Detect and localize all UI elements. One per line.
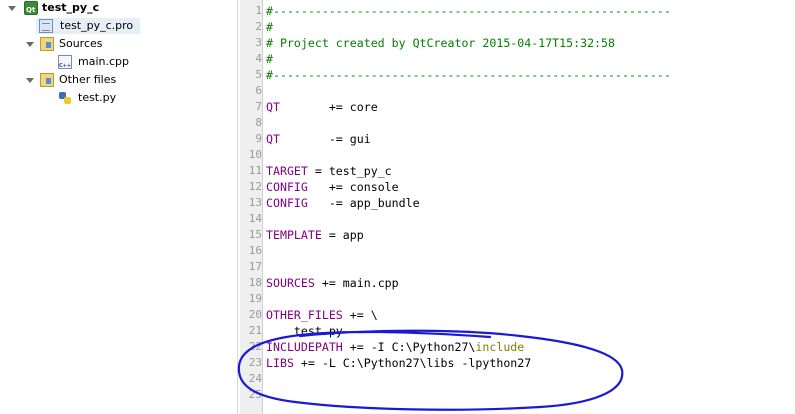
line-number: 18 <box>248 276 262 289</box>
code-line: TEMPLATE = app <box>266 227 364 243</box>
line-number: 7 <box>255 100 262 113</box>
line-number: 9 <box>255 132 262 145</box>
line-number: 25 <box>248 388 262 401</box>
code-line: LIBS += -L C:\Python27\libs -lpython27 <box>266 355 531 371</box>
line-number: 19 <box>248 292 262 305</box>
line-number: 5 <box>255 68 262 81</box>
line-number: 13 <box>248 196 262 209</box>
code-text: += core <box>279 100 378 114</box>
code-line: test.py <box>266 323 343 339</box>
line-number: 24 <box>248 372 262 385</box>
code-line: CONFIG -= app_bundle <box>266 195 420 211</box>
expand-arrow-icon[interactable] <box>26 78 34 83</box>
code-line: # <box>266 19 273 35</box>
code-line: TARGET = test_py_c <box>266 163 392 179</box>
line-number: 2 <box>255 20 262 33</box>
code-keyword: QT <box>266 132 280 146</box>
line-number: 11 <box>248 164 262 177</box>
code-comment: #---------------------------------------… <box>266 68 671 82</box>
line-number: 10 <box>248 148 262 161</box>
line-number: 23 <box>248 356 262 369</box>
line-number: 6 <box>255 84 262 97</box>
project-tree: test_py_c test_py_c.pro Sources main.cpp… <box>0 0 238 414</box>
code-line: CONFIG += console <box>266 179 399 195</box>
code-text: test.py <box>266 324 343 338</box>
test-py-label: test.py <box>78 91 117 104</box>
code-text: = app <box>321 228 364 242</box>
other-files-label: Other files <box>59 73 117 86</box>
code-keyword: SOURCES <box>266 276 315 290</box>
code-comment: #---------------------------------------… <box>266 4 671 18</box>
code-comment: # Project created by QtCreator 2015-04-1… <box>266 36 616 50</box>
folder-icon <box>40 37 54 51</box>
line-number: 4 <box>255 52 262 65</box>
qt-project-icon <box>24 1 38 18</box>
code-editor[interactable]: #---------------------------------------… <box>263 0 795 414</box>
tree-item-main-cpp[interactable]: main.cpp <box>0 54 237 74</box>
tree-item-pro-file[interactable]: test_py_c.pro <box>36 18 140 34</box>
expand-arrow-icon[interactable] <box>26 42 34 47</box>
code-keyword: QT <box>266 100 280 114</box>
tree-item-other-files[interactable]: Other files <box>0 72 237 88</box>
line-number: 20 <box>248 308 262 321</box>
folder-icon <box>40 73 54 87</box>
line-number: 12 <box>248 180 262 193</box>
code-keyword: CONFIG <box>266 196 308 210</box>
code-line: #---------------------------------------… <box>266 67 671 83</box>
code-line: QT += core <box>266 99 378 115</box>
code-text: += console <box>307 180 399 194</box>
tree-item-sources[interactable]: Sources <box>0 36 237 52</box>
code-keyword: LIBS <box>266 356 294 370</box>
line-number-gutter: 1 2 3 4 5 6 7 8 9 10 11 12 13 14 15 16 17 18 19 20 21 22 23 24 2… <box>240 0 263 414</box>
code-keyword: OTHER_FILES <box>266 308 343 322</box>
line-number: 21 <box>248 324 262 337</box>
code-keyword: CONFIG <box>266 180 308 194</box>
code-text: = test_py_c <box>307 164 392 178</box>
code-line: #---------------------------------------… <box>266 3 671 19</box>
code-comment: # <box>266 52 273 66</box>
code-line: SOURCES += main.cpp <box>266 275 399 291</box>
pro-file-label: test_py_c.pro <box>60 19 134 32</box>
code-line: # <box>266 51 273 67</box>
code-text: += \ <box>342 308 378 322</box>
line-number: 1 <box>255 4 262 17</box>
code-comment: # <box>266 20 273 34</box>
code-line: OTHER_FILES += \ <box>266 307 378 323</box>
line-number: 8 <box>255 116 262 129</box>
python-file-icon <box>58 91 72 105</box>
tree-item-test-py[interactable]: test.py <box>0 90 237 106</box>
code-line: INCLUDEPATH += -I C:\Python27\include <box>266 339 524 355</box>
cpp-file-icon <box>58 55 72 74</box>
line-number: 22 <box>248 340 262 353</box>
main-cpp-label: main.cpp <box>78 55 129 68</box>
code-keyword: TEMPLATE <box>266 228 322 242</box>
code-text: += -I C:\Python27\ <box>342 340 476 354</box>
line-number: 17 <box>248 260 262 273</box>
expand-arrow-icon[interactable] <box>8 6 16 11</box>
line-number: 16 <box>248 244 262 257</box>
code-text: -= app_bundle <box>307 196 420 210</box>
tree-item-project[interactable]: test_py_c <box>0 0 237 18</box>
sources-folder-label: Sources <box>59 37 103 50</box>
line-number: 15 <box>248 228 262 241</box>
code-keyword: TARGET <box>266 164 308 178</box>
code-line: QT -= gui <box>266 131 371 147</box>
code-line: # Project created by QtCreator 2015-04-1… <box>266 35 615 51</box>
code-text: += -L C:\Python27\libs -lpython27 <box>293 356 532 370</box>
code-text: -= gui <box>279 132 371 146</box>
line-number: 3 <box>255 36 262 49</box>
code-keyword: INCLUDEPATH <box>266 340 343 354</box>
code-text: += main.cpp <box>314 276 399 290</box>
line-number: 14 <box>248 212 262 225</box>
code-text: include <box>475 340 525 354</box>
pro-file-icon <box>39 19 53 33</box>
project-name: test_py_c <box>42 1 100 14</box>
